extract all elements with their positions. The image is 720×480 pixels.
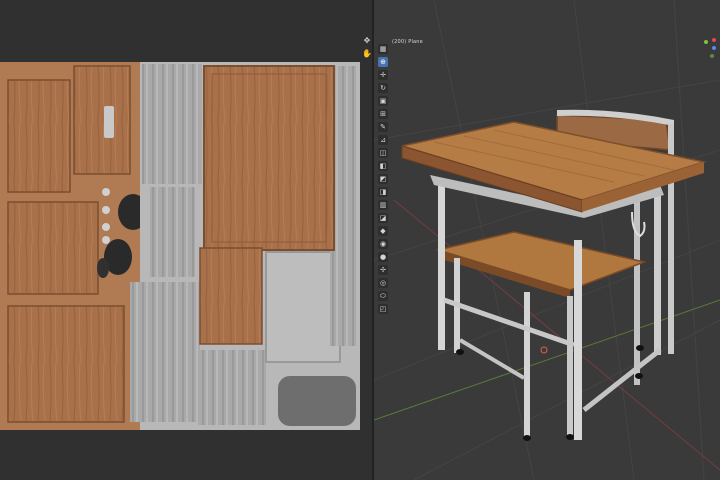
annotate-icon[interactable]: ✎ [378, 122, 388, 132]
uv-editor-panel[interactable]: ✥ ✋ [0, 0, 372, 480]
pin-icon[interactable]: ✥ [362, 36, 372, 46]
navigation-gizmo[interactable] [704, 38, 718, 66]
bevel-icon[interactable]: ◨ [378, 187, 388, 197]
gizmo-z-axis-icon[interactable] [712, 46, 716, 50]
knife-icon[interactable]: ◪ [378, 213, 388, 223]
spin-icon[interactable]: ◉ [378, 239, 388, 249]
loop-cut-icon[interactable]: ▥ [378, 200, 388, 210]
edge-slide-icon[interactable]: ✢ [378, 265, 388, 275]
3d-viewport[interactable]: (200) Plane ▦ ⊕ ✛ ↻ ▣ ⊞ ✎ ⊿ ◫ ◧ ◩ ◨ ▥ ◪ … [374, 0, 720, 480]
gizmo-x-axis-icon[interactable] [712, 38, 716, 42]
gizmo-y-axis-icon[interactable] [704, 40, 708, 44]
active-object-label: (200) Plane [392, 39, 423, 45]
smooth-icon[interactable]: ● [378, 252, 388, 262]
gizmo-neg-y-axis-icon[interactable] [710, 54, 714, 58]
scale-icon[interactable]: ▣ [378, 96, 388, 106]
poly-build-icon[interactable]: ◆ [378, 226, 388, 236]
viewport-toolbar: ▦ ⊕ ✛ ↻ ▣ ⊞ ✎ ⊿ ◫ ◧ ◩ ◨ ▥ ◪ ◆ ◉ ● ✢ ◎ ⬭ … [378, 44, 390, 317]
inset-icon[interactable]: ◩ [378, 174, 388, 184]
hand-icon[interactable]: ✋ [362, 49, 372, 59]
move-icon[interactable]: ✛ [378, 70, 388, 80]
select-box-icon[interactable]: ▦ [378, 44, 388, 54]
add-cube-icon[interactable]: ◫ [378, 148, 388, 158]
rip-icon[interactable]: ◰ [378, 304, 388, 314]
cursor-icon[interactable]: ⊕ [378, 57, 388, 67]
shrink-fatten-icon[interactable]: ◎ [378, 278, 388, 288]
shear-icon[interactable]: ⬭ [378, 291, 388, 301]
measure-icon[interactable]: ⊿ [378, 135, 388, 145]
transform-icon[interactable]: ⊞ [378, 109, 388, 119]
extrude-icon[interactable]: ◧ [378, 161, 388, 171]
rotate-icon[interactable]: ↻ [378, 83, 388, 93]
texture-atlas-image[interactable] [0, 62, 360, 430]
